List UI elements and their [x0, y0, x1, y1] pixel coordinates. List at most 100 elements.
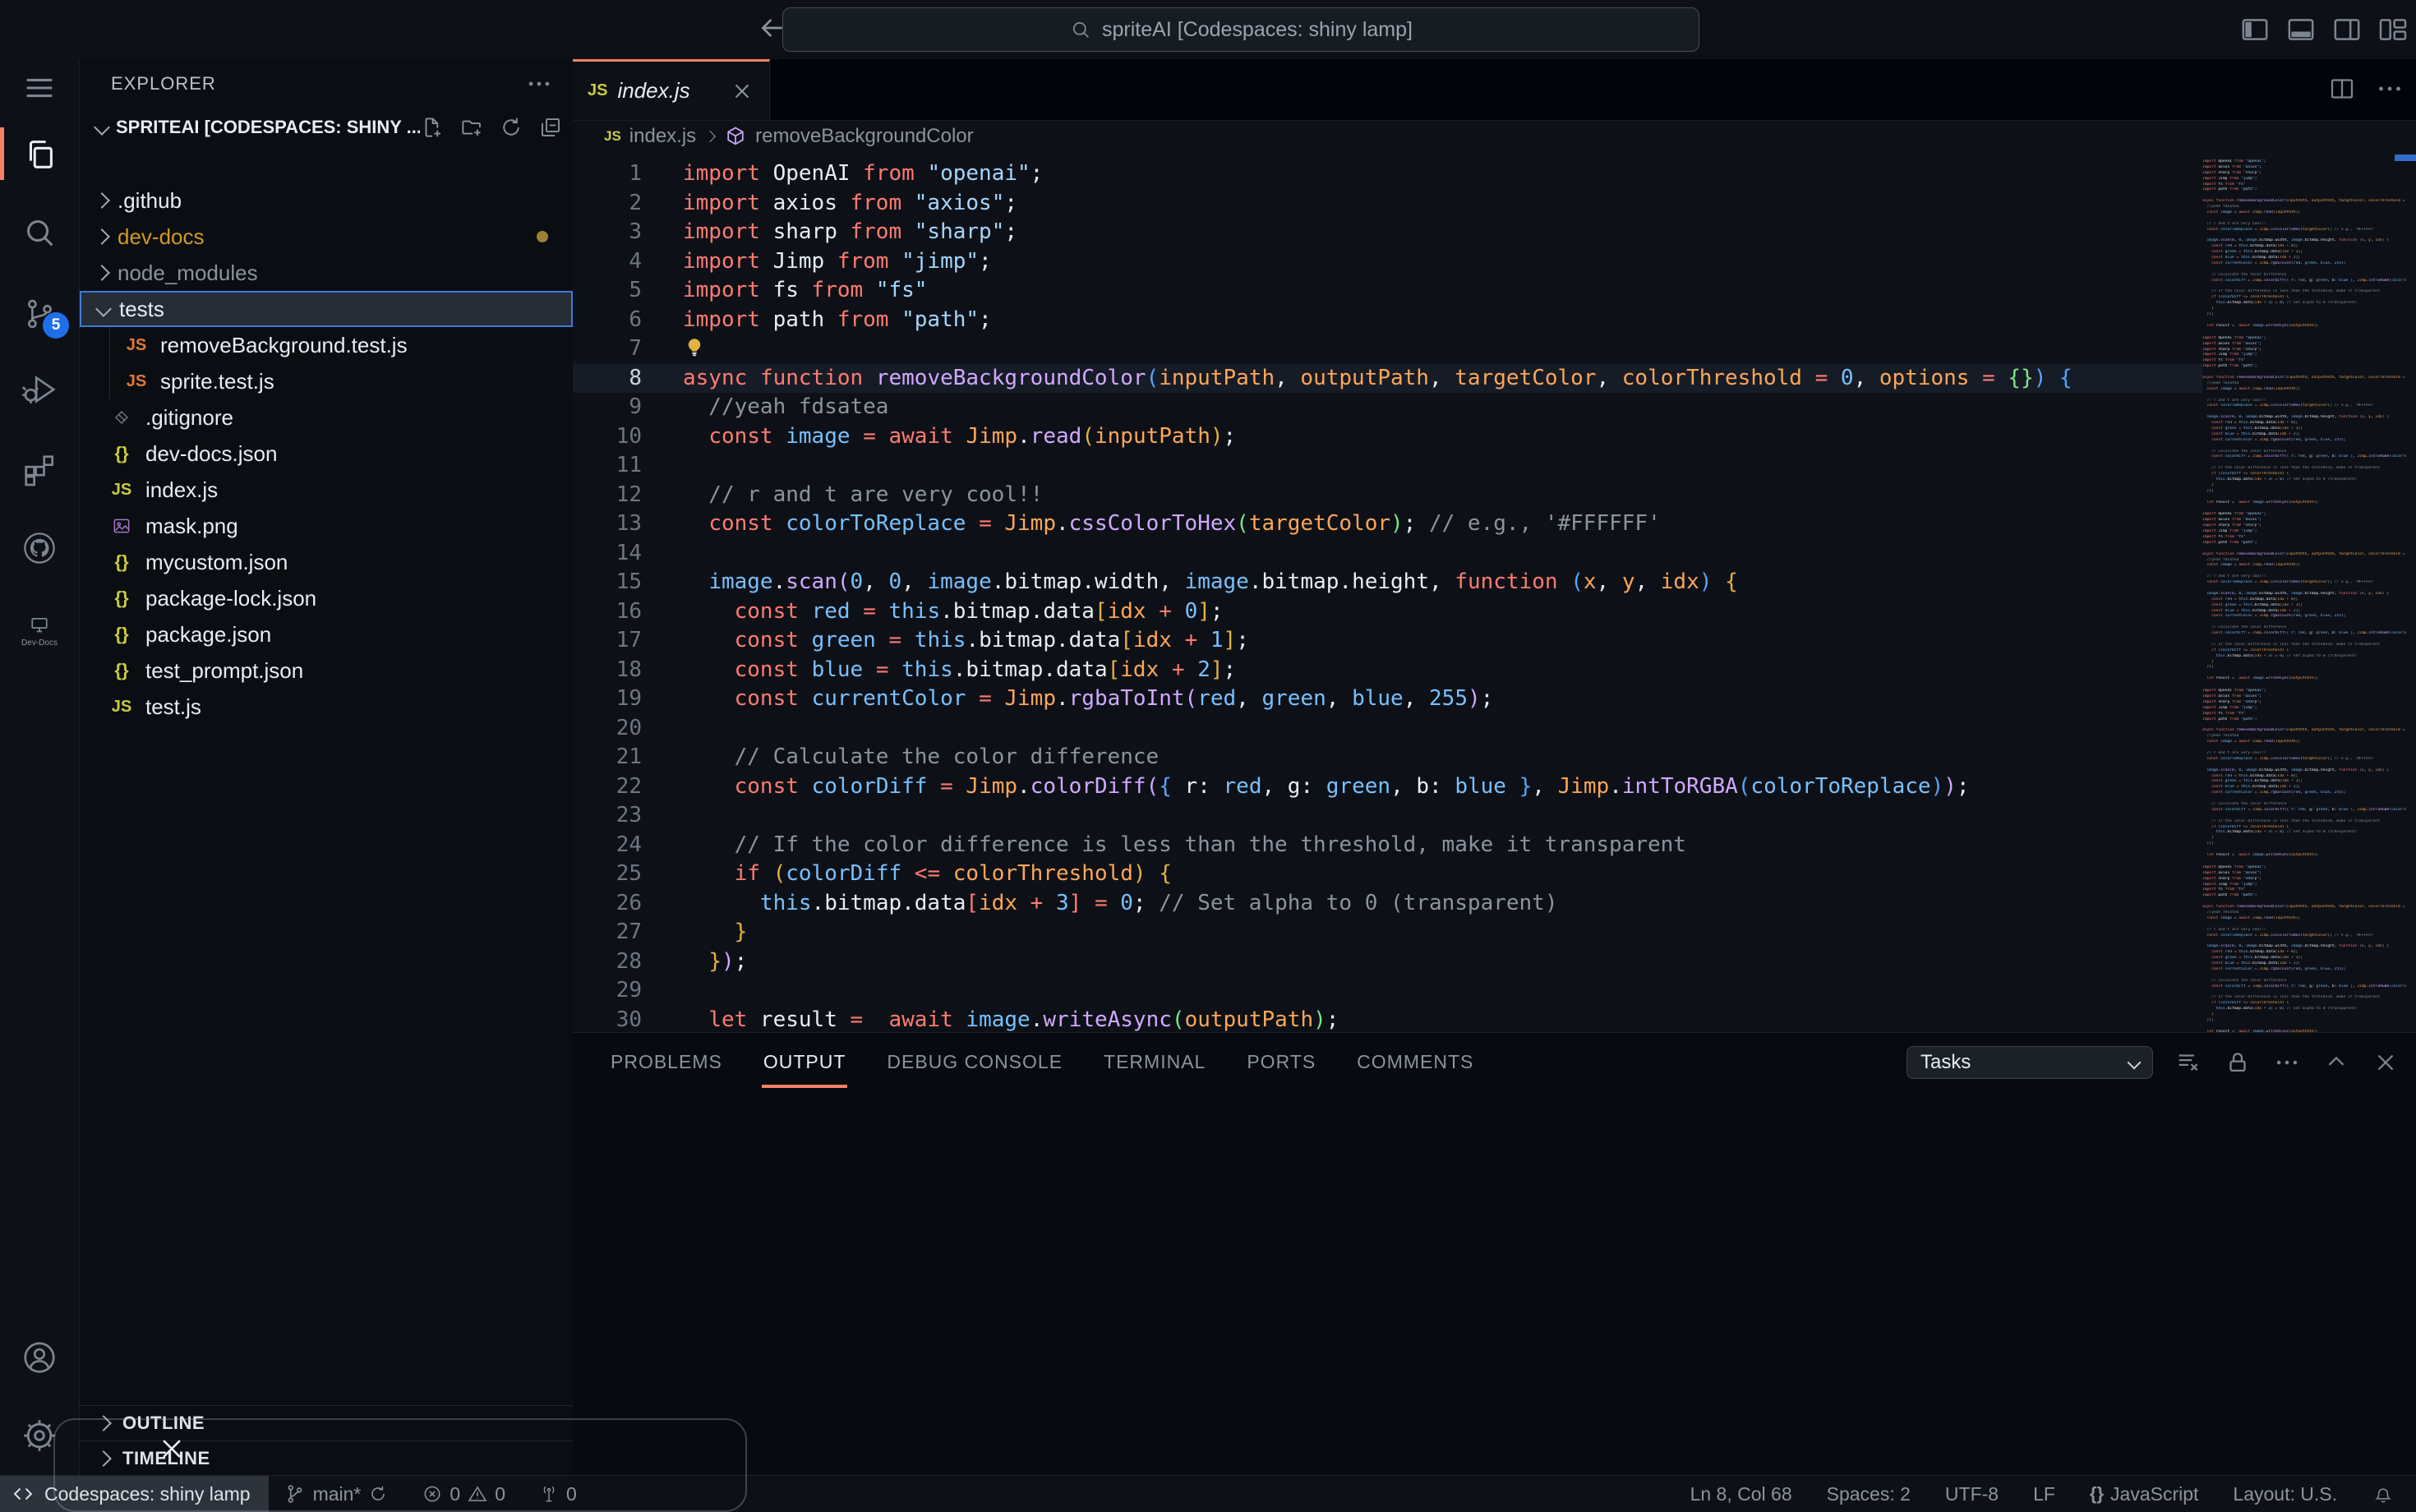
minimap[interactable]: import OpenAI from "openai";import axios… — [2202, 159, 2406, 1032]
workspace-section-header[interactable]: SPRITEAI [CODESPACES: SHINY ... — [80, 108, 573, 146]
close-tab-icon[interactable] — [730, 79, 754, 104]
activity-explorer[interactable] — [0, 122, 79, 185]
code-line-2[interactable]: 2import axios from "axios"; — [573, 189, 2202, 219]
breadcrumb-file[interactable]: index.js — [629, 125, 696, 148]
toggle-secondary-sidebar-icon[interactable] — [2331, 13, 2363, 46]
code-line-21[interactable]: 21 // Calculate the color difference — [573, 743, 2202, 772]
toggle-sidebar-icon[interactable] — [2238, 13, 2271, 46]
tree-item-package-json[interactable]: {}package.json — [80, 616, 573, 652]
maximize-panel-icon[interactable] — [2322, 1049, 2350, 1076]
output-channel-select[interactable]: Tasks — [1907, 1046, 2153, 1079]
status-item-lf[interactable]: LF — [2033, 1483, 2055, 1505]
command-center-search[interactable]: spriteAI [Codespaces: shiny lamp] — [782, 7, 1699, 52]
status-item-spaces-2[interactable]: Spaces: 2 — [1827, 1483, 1911, 1505]
panel-tab-comments[interactable]: COMMENTS — [1355, 1040, 1475, 1088]
tree-item-node-modules[interactable]: node_modules — [80, 255, 573, 291]
branch-status[interactable]: main* — [284, 1482, 390, 1505]
new-file-icon[interactable] — [420, 115, 445, 140]
split-editor-icon[interactable] — [2327, 74, 2357, 104]
new-folder-icon[interactable] — [459, 115, 484, 140]
panel-more-actions-icon[interactable] — [2273, 1049, 2301, 1076]
code-line-16[interactable]: 16 const red = this.bitmap.data[idx + 0]… — [573, 597, 2202, 627]
close-panel-icon[interactable] — [2372, 1049, 2400, 1076]
activity-source-control[interactable]: 5 — [0, 283, 79, 345]
tab-index-js[interactable]: JS index.js — [573, 59, 770, 120]
code-line-19[interactable]: 19 const currentColor = Jimp.rgbaToInt(r… — [573, 685, 2202, 714]
code-line-3[interactable]: 3import sharp from "sharp"; — [573, 218, 2202, 247]
code-line-23[interactable]: 23 — [573, 801, 2202, 831]
ports-status[interactable]: 0 — [538, 1483, 577, 1505]
status-item-ln-8-col-68[interactable]: Ln 8, Col 68 — [1690, 1483, 1792, 1505]
refresh-icon[interactable] — [499, 115, 523, 140]
panel-tab-ports[interactable]: PORTS — [1245, 1040, 1317, 1088]
tree-item-dev-docs[interactable]: dev-docs — [80, 219, 573, 255]
panel-tab-terminal[interactable]: TERMINAL — [1102, 1040, 1207, 1088]
tree-item-dev-docs-json[interactable]: {}dev-docs.json — [80, 436, 573, 472]
status-item-utf-8[interactable]: UTF-8 — [1945, 1483, 1999, 1505]
panel-tab-output[interactable]: OUTPUT — [762, 1040, 848, 1088]
activity-accounts[interactable] — [0, 1326, 79, 1389]
code-line-14[interactable]: 14 — [573, 539, 2202, 569]
breadcrumb[interactable]: JS index.js removeBackgroundColor — [573, 120, 2416, 153]
code-line-12[interactable]: 12 // r and t are very cool!! — [573, 481, 2202, 510]
status-item-bell[interactable] — [2372, 1482, 2395, 1505]
lightbulb-icon[interactable] — [683, 336, 706, 359]
tree-item-tests[interactable]: tests — [80, 291, 573, 327]
code-line-10[interactable]: 10 const image = await Jimp.read(inputPa… — [573, 422, 2202, 452]
output-content[interactable] — [573, 1094, 2416, 1477]
code-line-26[interactable]: 26 this.bitmap.data[idx + 3] = 0; // Set… — [573, 889, 2202, 919]
code-line-11[interactable]: 11 — [573, 451, 2202, 481]
code-line-29[interactable]: 29 — [573, 976, 2202, 1006]
code-line-15[interactable]: 15 image.scan(0, 0, image.bitmap.width, … — [573, 568, 2202, 597]
code-line-22[interactable]: 22 const colorDiff = Jimp.colorDiff({ r:… — [573, 772, 2202, 802]
editor-more-actions-icon[interactable] — [2375, 74, 2404, 104]
code-line-28[interactable]: 28 }); — [573, 947, 2202, 977]
activity-settings[interactable] — [0, 1404, 79, 1467]
tree-item-mask-png[interactable]: mask.png — [80, 508, 573, 544]
code-line-27[interactable]: 27 } — [573, 918, 2202, 947]
timeline-section[interactable]: TIMELINE — [80, 1441, 573, 1476]
code-line-6[interactable]: 6import path from "path"; — [573, 306, 2202, 335]
tree-item--gitignore[interactable]: .gitignore — [80, 399, 573, 436]
code-line-1[interactable]: 1import OpenAI from "openai"; — [573, 159, 2202, 189]
problems-status[interactable]: 00 — [422, 1483, 505, 1505]
outline-section[interactable]: OUTLINE — [80, 1405, 573, 1441]
code-line-25[interactable]: 25 if (colorDiff <= colorThreshold) { — [573, 860, 2202, 889]
views-more-actions-icon[interactable] — [525, 70, 553, 98]
tree-item--github[interactable]: .github — [80, 182, 573, 219]
tree-item-mycustom-json[interactable]: {}mycustom.json — [80, 544, 573, 580]
tree-item-removebackground-test-js[interactable]: JSremoveBackground.test.js — [80, 327, 573, 363]
remote-indicator[interactable]: Codespaces: shiny lamp — [0, 1476, 269, 1512]
tree-item-test-js[interactable]: JStest.js — [80, 689, 573, 725]
tree-item-package-lock-json[interactable]: {}package-lock.json — [80, 580, 573, 616]
code-line-5[interactable]: 5import fs from "fs" — [573, 276, 2202, 306]
code-line-9[interactable]: 9 //yeah fdsatea — [573, 393, 2202, 422]
lock-scroll-icon[interactable] — [2224, 1049, 2252, 1076]
code-line-7[interactable]: 7 — [573, 334, 2202, 364]
tree-item-test-prompt-json[interactable]: {}test_prompt.json — [80, 652, 573, 689]
activity-menu[interactable] — [0, 57, 79, 119]
code-line-4[interactable]: 4import Jimp from "jimp"; — [573, 247, 2202, 277]
collapse-folders-icon[interactable] — [538, 115, 563, 140]
activity-search[interactable] — [0, 201, 79, 264]
activity-run-debug[interactable] — [0, 358, 79, 421]
activity-dev-docs[interactable]: Dev-Docs — [0, 594, 79, 657]
clear-output-icon[interactable] — [2174, 1049, 2202, 1076]
code-line-17[interactable]: 17 const green = this.bitmap.data[idx + … — [573, 626, 2202, 656]
code-line-20[interactable]: 20 — [573, 714, 2202, 744]
tree-item-sprite-test-js[interactable]: JSsprite.test.js — [80, 363, 573, 399]
code-line-30[interactable]: 30 let result = await image.writeAsync(o… — [573, 1006, 2202, 1033]
activity-github[interactable] — [0, 517, 79, 579]
panel-tab-problems[interactable]: PROBLEMS — [609, 1040, 724, 1088]
toggle-panel-icon[interactable] — [2285, 13, 2317, 46]
breadcrumb-symbol[interactable]: removeBackgroundColor — [755, 125, 973, 148]
code-area[interactable]: 1import OpenAI from "openai";2import axi… — [573, 153, 2416, 1032]
code-line-13[interactable]: 13 const colorToReplace = Jimp.cssColorT… — [573, 509, 2202, 539]
tree-item-index-js[interactable]: JSindex.js — [80, 472, 573, 508]
customize-layout-icon[interactable] — [2377, 13, 2409, 46]
status-item-javascript[interactable]: {}JavaScript — [2090, 1483, 2199, 1505]
status-item-layout-u-s-[interactable]: Layout: U.S. — [2233, 1483, 2337, 1505]
code-line-18[interactable]: 18 const blue = this.bitmap.data[idx + 2… — [573, 656, 2202, 685]
code-line-8[interactable]: 8async function removeBackgroundColor(in… — [573, 364, 2202, 394]
activity-extensions[interactable] — [0, 439, 79, 501]
